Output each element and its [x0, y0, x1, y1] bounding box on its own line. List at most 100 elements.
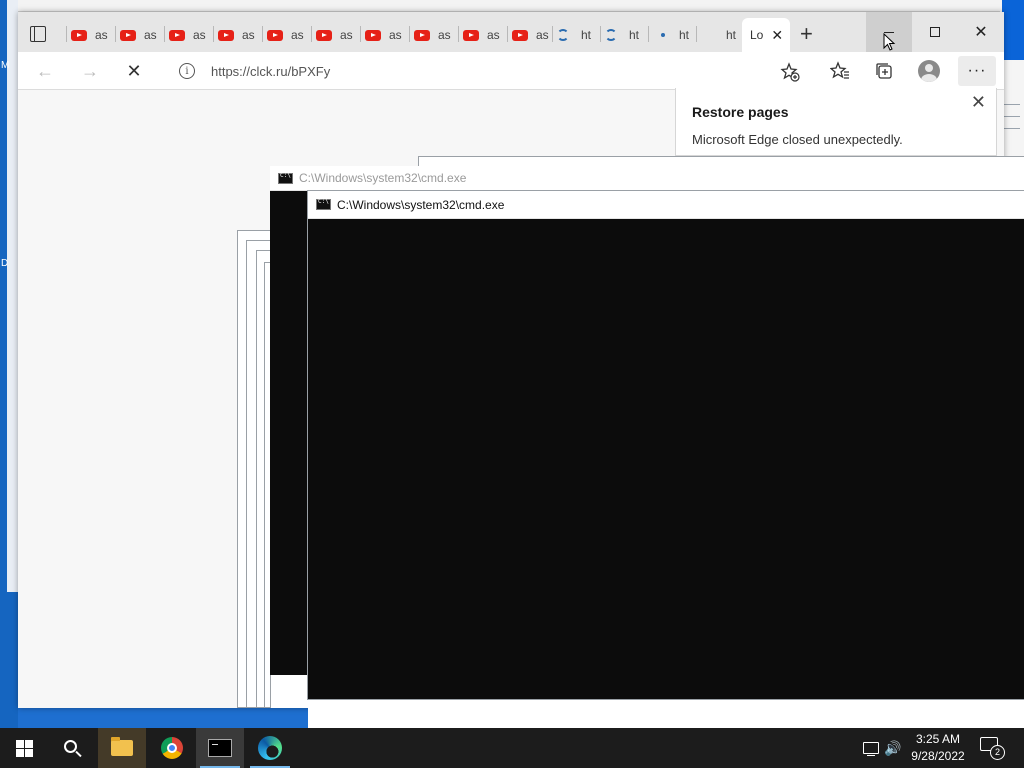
network-tray[interactable] [860, 728, 882, 768]
tab-label: ht [581, 28, 592, 42]
desktop-icon-letter: D [1, 258, 9, 269]
tab-label: ht [726, 28, 737, 42]
tab-label: Lo [750, 28, 764, 42]
taskbar-edge[interactable] [246, 728, 294, 768]
divider [696, 26, 697, 42]
back-button[interactable]: ← [30, 58, 60, 84]
cmd-titlebar[interactable]: C:\Windows\system32\cmd.exe [270, 166, 1024, 191]
close-icon[interactable]: ✕ [971, 92, 986, 113]
taskbar-clock[interactable]: 3:25 AM 9/28/2022 [904, 731, 972, 765]
background-window [308, 700, 1024, 728]
desktop-left-edge: M D [0, 0, 18, 728]
tab[interactable]: ht [552, 22, 601, 48]
youtube-icon [120, 29, 136, 41]
divider [66, 26, 67, 42]
divider [164, 26, 165, 42]
tab[interactable]: as [115, 22, 164, 48]
tab[interactable]: as [262, 22, 311, 48]
maximize-icon [930, 27, 940, 37]
stop-button[interactable]: ✕ [119, 58, 149, 84]
start-button[interactable] [0, 728, 48, 768]
site-info-icon[interactable]: i [179, 63, 195, 79]
cmd-icon [278, 172, 293, 184]
notification-count-badge: 2 [990, 745, 1005, 760]
taskbar-cmd[interactable] [196, 728, 244, 768]
favorites-icon[interactable] [830, 61, 850, 81]
tab-label: as [95, 28, 108, 42]
youtube-icon [218, 29, 234, 41]
divider [552, 26, 553, 42]
tab[interactable]: as [409, 22, 458, 48]
maximize-button[interactable] [912, 12, 958, 52]
cmd-title: C:\Windows\system32\cmd.exe [299, 171, 467, 185]
taskbar-chrome[interactable] [148, 728, 196, 768]
tab-label: as [144, 28, 157, 42]
tab-label: as [193, 28, 206, 42]
tab-label: as [536, 28, 549, 42]
tab-label: as [340, 28, 353, 42]
youtube-icon [316, 29, 332, 41]
background-window [270, 675, 308, 708]
tab-strip: as as as as as as as as as as ht ht ht h… [18, 12, 1004, 52]
youtube-icon [365, 29, 381, 41]
cmd-icon [208, 739, 232, 757]
tab[interactable]: as [507, 22, 556, 48]
taskbar-file-explorer[interactable] [98, 728, 146, 768]
browser-toolbar: ← → ✕ i https://clck.ru/bPXFy ··· [18, 52, 1004, 90]
restore-pages-title: Restore pages [692, 104, 789, 120]
tab-label: as [389, 28, 402, 42]
tab-label: as [438, 28, 451, 42]
profile-avatar-icon[interactable] [918, 60, 940, 82]
divider [262, 26, 263, 42]
loading-spinner-icon [557, 29, 569, 41]
active-tab[interactable]: Lo ✕ [742, 18, 790, 52]
youtube-icon [71, 29, 87, 41]
clock-date: 9/28/2022 [911, 749, 965, 763]
edge-icon [258, 736, 282, 760]
loading-spinner-icon [605, 29, 617, 41]
collections-icon[interactable] [874, 61, 894, 81]
youtube-icon [414, 29, 430, 41]
clock-time: 3:25 AM [915, 732, 961, 746]
divider [311, 26, 312, 42]
tab-label: as [291, 28, 304, 42]
divider [507, 26, 508, 42]
youtube-icon [512, 29, 528, 41]
tab[interactable]: as [311, 22, 360, 48]
tab[interactable]: as [213, 22, 262, 48]
tab[interactable]: as [66, 22, 115, 48]
tab[interactable]: as [164, 22, 213, 48]
window-close-button[interactable]: ✕ [958, 12, 1004, 52]
action-center-button[interactable]: 2 [980, 737, 1005, 760]
tab[interactable]: as [458, 22, 507, 48]
cmd-titlebar[interactable]: C:\Windows\system32\cmd.exe [308, 191, 1024, 219]
close-tab-icon[interactable]: ✕ [771, 27, 783, 44]
tab[interactable]: ht [648, 22, 697, 48]
volume-icon[interactable]: 🔊 [883, 728, 903, 768]
youtube-icon [169, 29, 185, 41]
search-button[interactable] [48, 728, 96, 768]
tab[interactable]: as [360, 22, 409, 48]
forward-button[interactable]: → [75, 58, 105, 84]
desktop-icon-letter: M [1, 60, 10, 71]
cmd-icon [316, 198, 331, 210]
divider [1002, 104, 1020, 105]
tab[interactable]: ht [696, 22, 745, 48]
tab-label: ht [679, 28, 690, 42]
network-icon [863, 742, 879, 756]
divider [600, 26, 601, 42]
new-tab-button[interactable]: + [800, 22, 813, 46]
tab-actions-icon[interactable] [30, 26, 46, 42]
loading-dot-icon [661, 33, 665, 37]
cmd-title: C:\Windows\system32\cmd.exe [337, 197, 505, 212]
divider [409, 26, 410, 42]
address-bar[interactable]: i https://clck.ru/bPXFy [166, 57, 800, 85]
cmd-window[interactable]: C:\Windows\system32\cmd.exe [307, 190, 1024, 700]
divider [115, 26, 116, 42]
tab-label: as [242, 28, 255, 42]
divider [360, 26, 361, 42]
settings-more-button[interactable]: ··· [958, 56, 996, 86]
tab-label: ht [629, 28, 640, 42]
tab[interactable]: ht [600, 22, 649, 48]
add-favorite-icon[interactable] [780, 62, 800, 82]
